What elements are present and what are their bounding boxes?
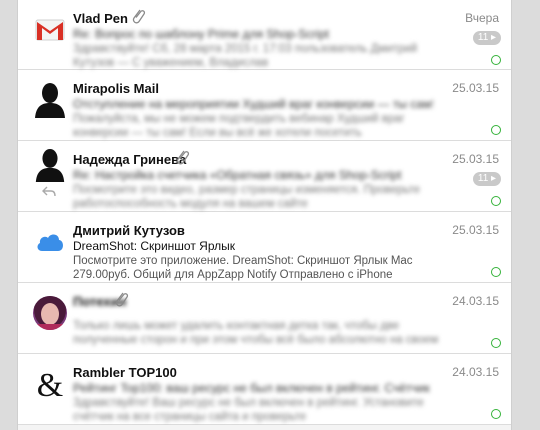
message-preview: Здравствуйте! Ваш ресурс не был включен … <box>73 397 424 423</box>
message-subject: DreamShot: Скриншот Ярлык <box>73 239 235 253</box>
sender-name: Mirapolis Mail <box>73 81 159 96</box>
sender-name: Надежда Гринева <box>73 152 187 167</box>
photo-avatar-icon <box>32 295 68 331</box>
message-preview: Только лишь может удалить контактная дет… <box>73 320 439 346</box>
unread-indicator[interactable] <box>491 338 501 348</box>
message-item[interactable]: Дмитрий Кутузов 25.03.15 DreamShot: Скри… <box>18 212 511 283</box>
svg-text:&: & <box>37 367 63 401</box>
unread-indicator[interactable] <box>491 196 501 206</box>
person-silhouette-icon <box>32 82 68 118</box>
paperclip-icon <box>176 150 190 165</box>
unread-indicator[interactable] <box>491 409 501 419</box>
left-pane-edge <box>0 0 18 430</box>
thread-count-badge: 11 ▸ <box>473 31 501 45</box>
message-item[interactable]: Vlad Pen Вчера Re: Вопрос по шаблону Pri… <box>18 0 511 70</box>
sender-name: Rambler TOP100 <box>73 365 177 380</box>
message-preview: Здравствуйте! Сб, 28 марта 2015 г. 17:03… <box>73 43 418 69</box>
cloud-icon <box>32 224 68 260</box>
unread-indicator[interactable] <box>491 267 501 277</box>
unread-indicator[interactable] <box>491 55 501 65</box>
message-item[interactable]: & Rambler TOP100 24.03.15 Рейтинг Top100… <box>18 354 511 425</box>
gmail-icon <box>32 12 68 48</box>
message-subject: Рейтинг Top100: ваш ресурс не был включе… <box>73 381 430 395</box>
sender-name: Vlad Pen <box>73 11 128 26</box>
sender-name: Дмитрий Кутузов <box>73 223 185 238</box>
message-date: 24.03.15 <box>452 294 499 308</box>
message-date: 25.03.15 <box>452 81 499 95</box>
ampersand-icon: & <box>32 366 68 402</box>
message-subject: Отступление на мероприятии Худший враг к… <box>73 97 433 111</box>
thread-count-badge: 11 ▸ <box>473 172 501 186</box>
message-date: 24.03.15 <box>452 365 499 379</box>
message-subject: Re: Настройка счетчика «Обратная связь» … <box>73 168 402 182</box>
message-preview: Пожалуйста, мы не можем подтвердить веби… <box>73 113 405 139</box>
message-preview: Посмотрите это видео, размер страницы из… <box>73 184 421 210</box>
message-item[interactable]: Надежда Гринева 25.03.15 Re: Настройка с… <box>18 141 511 212</box>
message-date: 25.03.15 <box>452 223 499 237</box>
message-preview: Посмотрите это приложение. DreamShot: Ск… <box>73 255 413 281</box>
message-item[interactable]: Потехин 24.03.15 Только лишь может удали… <box>18 283 511 354</box>
unread-indicator[interactable] <box>491 125 501 135</box>
message-item[interactable]: Mirapolis Mail 25.03.15 Отступление на м… <box>18 70 511 141</box>
message-list: Vlad Pen Вчера Re: Вопрос по шаблону Pri… <box>18 0 511 430</box>
paperclip-icon <box>115 292 129 307</box>
message-subject: Re: Вопрос по шаблону Prime для Shop-Scr… <box>73 27 329 41</box>
right-pane-edge <box>511 0 540 430</box>
paperclip-icon <box>132 9 146 24</box>
list-bottom-edge <box>18 425 511 430</box>
person-silhouette-icon <box>32 147 68 183</box>
reply-icon <box>42 186 56 197</box>
message-date: 25.03.15 <box>452 152 499 166</box>
message-date: Вчера <box>465 11 499 25</box>
